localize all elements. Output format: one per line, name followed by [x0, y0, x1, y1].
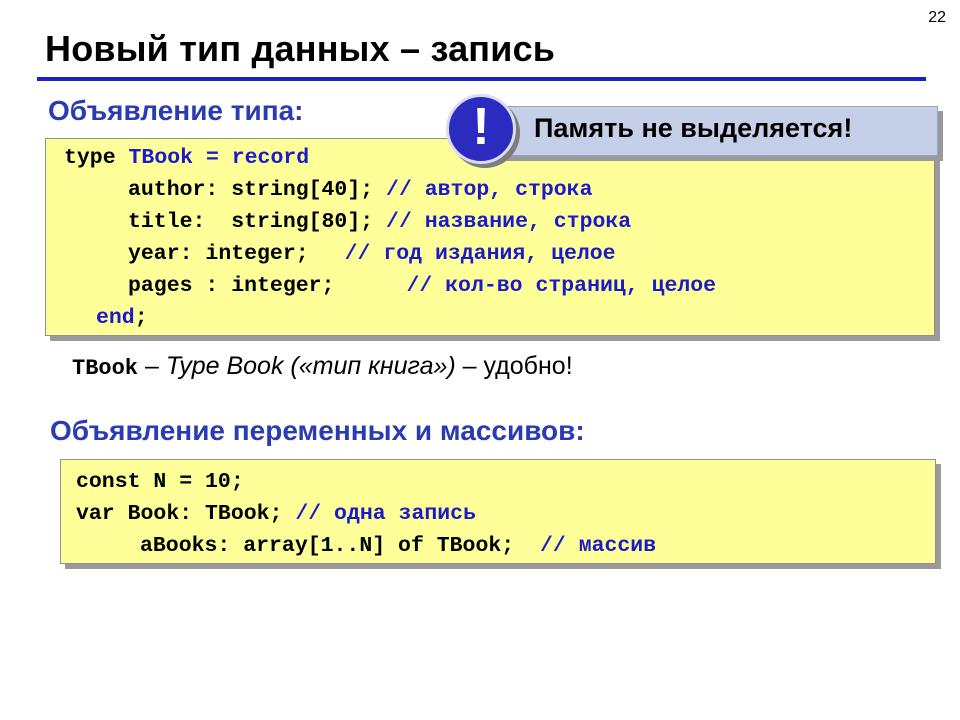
slide-title: Новый тип данных – запись — [45, 28, 556, 69]
end-semicolon: ; — [134, 306, 148, 330]
exclamation-glyph: ! — [472, 98, 490, 156]
explanation-italic: Type Book («тип книга») — [165, 352, 456, 380]
callout-text: Память не выделяется! — [534, 113, 853, 143]
code-author: author: string[40]; — [128, 178, 374, 202]
comment-book: // одна запись — [295, 502, 476, 526]
comment-year: // год издания, целое — [344, 242, 616, 266]
explanation-dash: – — [138, 352, 166, 380]
type-code-box: type TBook = record author: string[40]; … — [45, 138, 935, 336]
code-line-abooks: aBooks: array[1..N] of TBook; // массив — [140, 534, 656, 558]
keyword-end: end — [96, 306, 135, 330]
comment-author: // автор, строка — [386, 178, 593, 202]
var-code-box: const N = 10; var Book: TBook; // одна з… — [60, 459, 936, 564]
exclamation-icon: ! — [446, 94, 516, 164]
code-line-year: year: integer; // год издания, целое — [128, 242, 616, 266]
code-line-end: end; — [96, 306, 148, 330]
comment-pages: // кол-во страниц, целое — [406, 274, 717, 298]
code-line-author: author: string[40]; // автор, строка — [128, 178, 592, 202]
code-pages: pages : integer; — [128, 274, 335, 298]
code-year: year: integer; — [128, 242, 309, 266]
title-underline — [37, 77, 926, 81]
explanation-rest: – удобно! — [455, 352, 573, 380]
explanation-term: TBook — [72, 356, 139, 381]
comment-abooks: // массив — [539, 534, 657, 558]
variables-heading: Объявление переменных и массивов: — [50, 415, 585, 446]
code-line-const: const N = 10; — [76, 470, 244, 494]
record-keyword: = record — [205, 146, 310, 170]
code-title: title: string[80]; — [128, 210, 374, 234]
slide-number: 22 — [928, 9, 946, 26]
type-name: TBook — [128, 146, 194, 170]
comment-title: // название, строка — [386, 210, 632, 234]
code-line-type-header: type TBook = record — [64, 146, 309, 170]
code-line-pages: pages : integer; // кол-во страниц, целое — [128, 274, 716, 298]
code-var-book: var Book: TBook; — [76, 502, 283, 526]
tbook-explanation: TBook – Type Book («тип книга») – удобно… — [72, 352, 573, 381]
code-line-title: title: string[80]; // название, строка — [128, 210, 631, 234]
keyword-type: type — [64, 146, 116, 170]
type-declaration-heading: Объявление типа: — [48, 95, 304, 126]
code-abooks: aBooks: array[1..N] of TBook; — [140, 534, 515, 558]
code-line-var-book: var Book: TBook; // одна запись — [76, 502, 476, 526]
